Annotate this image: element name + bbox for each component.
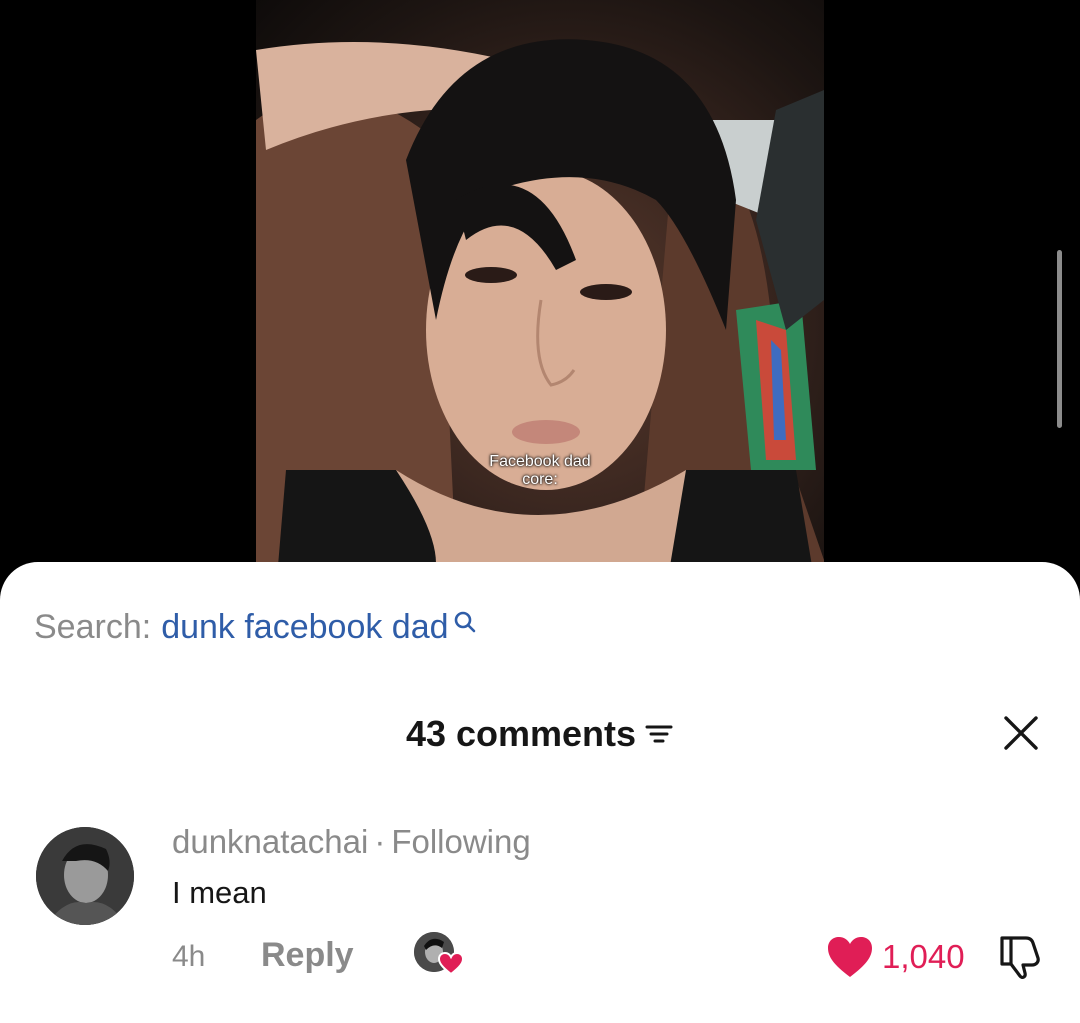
avatar-image [36,827,134,925]
dislike-icon[interactable] [996,932,1046,980]
avatar[interactable] [36,827,134,925]
comment-count: 43 comments [405,713,637,754]
search-prefix: Search: [34,608,152,646]
comment-author-line: dunknatachai · Following [172,822,531,862]
comments-sheet: Search: dunk facebook dad 43 comments du… [0,562,1080,1023]
video-still-image [256,39,824,590]
comment-timestamp: 4h [172,940,206,973]
following-label: Following [391,823,531,860]
comment-count-wrapper: 43 comments [0,712,1080,756]
creator-liked-badge [414,932,466,978]
close-icon[interactable] [1002,714,1040,752]
scrollbar-thumb[interactable] [1057,250,1062,428]
caption-line-1: Facebook dad [489,453,591,470]
heart-icon [438,952,464,976]
video-player[interactable]: Facebook dad core: [0,0,1080,590]
comment-author[interactable]: dunknatachai [172,823,368,860]
comment-count-group[interactable]: 43 comments [406,712,674,756]
comment-text: I mean [172,875,267,910]
caption-line-2: core: [522,471,558,488]
video-frame[interactable]: Facebook dad core: [256,0,824,590]
comment-item: dunknatachai·Following I mean 4h Reply [0,822,1080,1012]
reply-button[interactable]: Reply [261,936,354,975]
search-icon[interactable] [453,610,477,634]
comments-header: 43 comments [0,712,1080,756]
like-button[interactable]: 1,040 [826,932,965,982]
video-caption: Facebook dad core: [256,453,824,489]
search-suggestion[interactable]: Search: dunk facebook dad [34,606,477,648]
separator-dot: · [374,823,386,860]
heart-icon[interactable] [826,935,874,979]
search-query-link[interactable]: dunk facebook dad [161,606,448,648]
like-count: 1,040 [882,938,965,975]
filter-icon[interactable] [644,721,674,747]
comment-actions: 4h Reply 1,040 [0,932,1080,982]
